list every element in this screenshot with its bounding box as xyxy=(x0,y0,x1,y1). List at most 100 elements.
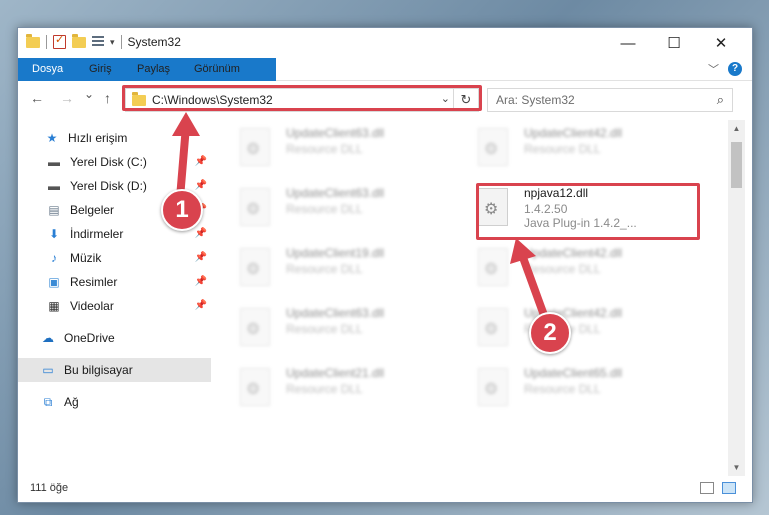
file-description: Resource DLL xyxy=(286,202,363,216)
file-item[interactable]: UpdateClient63.dll Resource DLL xyxy=(218,182,448,232)
tab-view[interactable]: Görünüm xyxy=(194,58,240,80)
minimize-button[interactable]: — xyxy=(605,28,651,58)
sidebar-item-pictures[interactable]: ▣ Resimler 📌 xyxy=(18,270,211,294)
sidebar-item-label: Hızlı erişim xyxy=(68,131,128,145)
tiles-view-icon[interactable] xyxy=(722,482,736,494)
file-description: Resource DLL xyxy=(524,262,601,276)
file-description: Resource DLL xyxy=(524,382,601,396)
file-name: UpdateClient63.dll xyxy=(286,306,385,320)
sidebar-item-local-disk-c[interactable]: ▬ Yerel Disk (C:) 📌 xyxy=(18,150,211,174)
sidebar-item-label: Videolar xyxy=(70,299,114,313)
scroll-down-icon[interactable]: ▼ xyxy=(728,459,745,476)
close-button[interactable]: ✕ xyxy=(698,28,744,58)
sidebar-item-label: Yerel Disk (D:) xyxy=(70,179,147,193)
file-item[interactable]: UpdateClient63.dll Resource DLL xyxy=(218,122,448,172)
dll-file-icon xyxy=(240,368,270,406)
star-icon: ★ xyxy=(46,131,58,145)
documents-icon: ▤ xyxy=(48,203,60,217)
file-item[interactable]: UpdateClient21.dll Resource DLL xyxy=(218,362,448,412)
file-item[interactable]: UpdateClient42.dll Resource DLL xyxy=(456,122,686,172)
sidebar-item-label: Bu bilgisayar xyxy=(64,363,133,377)
maximize-button[interactable]: ☐ xyxy=(651,28,697,58)
file-description: Resource DLL xyxy=(286,262,363,276)
pin-icon[interactable]: 📌 xyxy=(195,180,207,191)
quick-access-toolbar: ▾ System32 xyxy=(26,33,181,49)
drive-icon: ▬ xyxy=(48,155,60,169)
sidebar-item-this-pc[interactable]: ▭ Bu bilgisayar xyxy=(18,358,211,382)
title-bar: ▾ System32 — ☐ ✕ xyxy=(18,28,752,58)
file-description: Resource DLL xyxy=(286,322,363,336)
details-view-icon[interactable] xyxy=(700,482,714,494)
step-1-badge: 1 xyxy=(161,189,203,231)
status-bar: 111 öğe xyxy=(18,476,752,502)
file-name: UpdateClient21.dll xyxy=(286,366,385,380)
new-folder-icon[interactable] xyxy=(72,33,86,48)
vertical-scrollbar[interactable]: ▲ ▼ xyxy=(728,120,745,476)
scroll-up-icon[interactable]: ▲ xyxy=(728,120,745,137)
sidebar-item-label: Müzik xyxy=(70,251,102,265)
drive-icon: ▬ xyxy=(48,179,60,193)
file-item[interactable]: UpdateClient42.dll Resource DLL xyxy=(456,302,686,352)
customize-toolbar-chevron-icon[interactable]: ▾ xyxy=(110,37,115,48)
pin-icon[interactable]: 📌 xyxy=(195,156,207,167)
pin-icon[interactable]: 📌 xyxy=(195,252,207,263)
tab-share[interactable]: Paylaş xyxy=(137,58,170,80)
pin-icon[interactable]: 📌 xyxy=(195,300,207,311)
sidebar-item-label: Resimler xyxy=(70,275,118,289)
sidebar-item-label: Belgeler xyxy=(70,203,115,217)
file-name: UpdateClient65.dll xyxy=(524,366,623,380)
properties-check-icon[interactable] xyxy=(53,33,66,49)
file-description: Resource DLL xyxy=(524,142,601,156)
dll-file-icon xyxy=(478,128,508,166)
ribbon-tabs: Dosya Giriş Paylaş Görünüm ﹀ ? xyxy=(18,58,752,108)
file-name: UpdateClient42.dll xyxy=(524,126,623,140)
sidebar-item-network[interactable]: ⧉ Ağ xyxy=(18,390,211,414)
window-title: System32 xyxy=(127,35,181,49)
pictures-icon: ▣ xyxy=(48,275,60,289)
back-button[interactable]: ← xyxy=(30,90,44,106)
computer-icon: ▭ xyxy=(42,363,54,377)
file-item[interactable]: UpdateClient63.dll Resource DLL xyxy=(218,302,448,352)
dll-file-icon xyxy=(478,248,508,286)
dll-file-icon xyxy=(240,308,270,346)
sidebar-item-label: OneDrive xyxy=(64,331,115,345)
dll-file-icon xyxy=(240,248,270,286)
cloud-icon: ☁ xyxy=(42,331,54,345)
dll-file-icon xyxy=(478,308,508,346)
music-icon: ♪ xyxy=(51,251,57,265)
dll-file-icon xyxy=(478,368,508,406)
search-box[interactable]: Ara: System32 ⌕ xyxy=(487,88,733,112)
sidebar-item-onedrive[interactable]: ☁ OneDrive xyxy=(18,326,211,350)
file-item[interactable]: UpdateClient65.dll Resource DLL xyxy=(456,362,686,412)
sidebar-item-label: İndirmeler xyxy=(70,227,124,241)
search-placeholder[interactable]: Ara: System32 xyxy=(496,93,575,107)
address-highlight-box xyxy=(122,85,482,111)
ribbon-expand-icon[interactable]: ﹀ xyxy=(708,61,719,77)
dll-file-icon xyxy=(240,128,270,166)
download-icon: ⬇ xyxy=(48,227,60,241)
properties-list-icon[interactable] xyxy=(92,36,104,48)
file-item[interactable]: UpdateClient42.dll Resource DLL xyxy=(456,242,686,292)
file-item[interactable]: UpdateClient19.dll Resource DLL xyxy=(218,242,448,292)
navigation-bar: ← → ⌄ ↑ C:\Windows\System32 ⌄ ↻ Ara: Sys… xyxy=(18,81,752,115)
dll-file-icon xyxy=(240,188,270,226)
sidebar-item-quick-access[interactable]: ★ Hızlı erişim xyxy=(18,126,211,150)
sidebar-item-music[interactable]: ♪ Müzik 📌 xyxy=(18,246,211,270)
help-icon[interactable]: ? xyxy=(728,62,742,76)
navigation-pane: ★ Hızlı erişim ▬ Yerel Disk (C:) 📌 ▬ Yer… xyxy=(18,120,211,476)
folder-icon xyxy=(26,33,40,48)
file-name: UpdateClient63.dll xyxy=(286,126,385,140)
sidebar-item-label: Yerel Disk (C:) xyxy=(70,155,147,169)
file-name: UpdateClient42.dll xyxy=(524,246,623,260)
recent-locations-button[interactable]: ⌄ xyxy=(84,87,94,101)
file-list: UpdateClient63.dll Resource DLL UpdateCl… xyxy=(218,120,728,476)
tab-home[interactable]: Giriş xyxy=(89,58,112,80)
search-icon[interactable]: ⌕ xyxy=(717,92,724,108)
pin-icon[interactable]: 📌 xyxy=(195,276,207,287)
up-button[interactable]: ↑ xyxy=(104,90,111,106)
pin-icon[interactable]: 📌 xyxy=(195,228,207,239)
scroll-thumb[interactable] xyxy=(731,142,742,188)
sidebar-item-videos[interactable]: ▦ Videolar 📌 xyxy=(18,294,211,318)
file-description: Resource DLL xyxy=(286,382,363,396)
forward-button[interactable]: → xyxy=(60,90,74,106)
